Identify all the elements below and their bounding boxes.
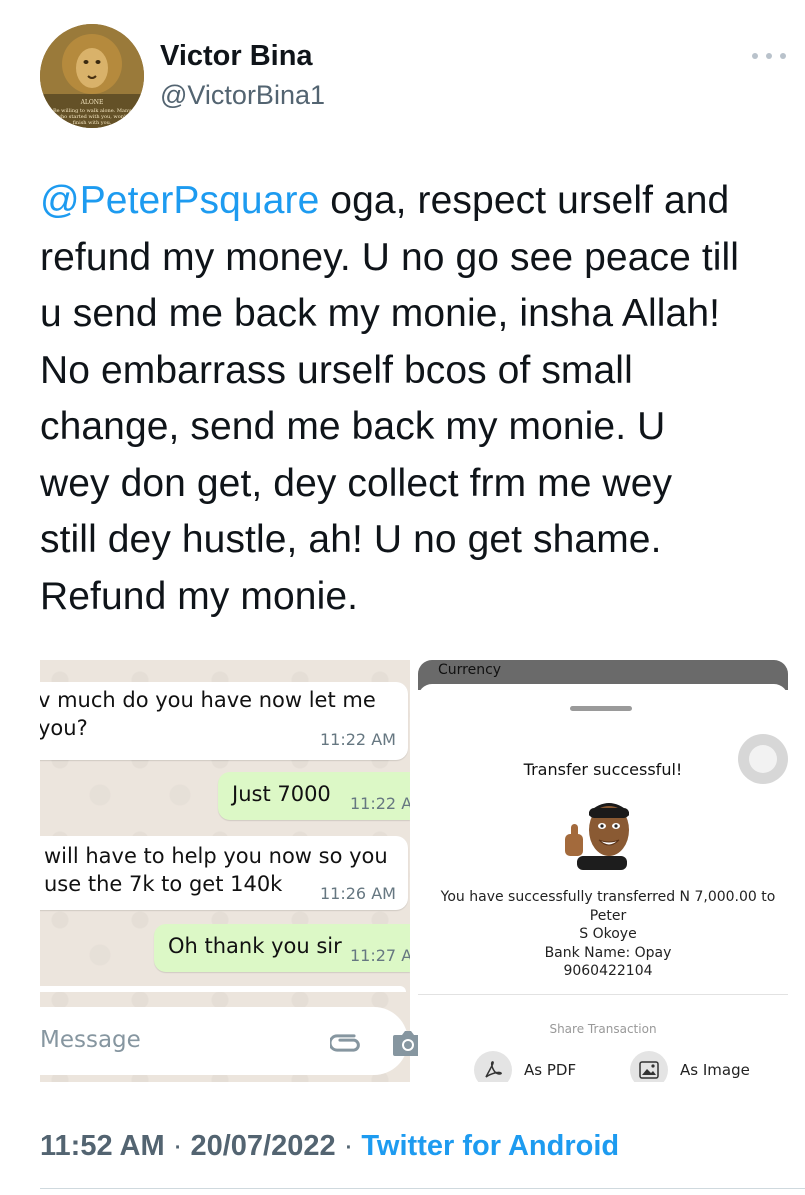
tweet-line: wey don get, dey collect frm me wey [40,461,673,505]
tweet-line: Refund my monie. [40,574,359,618]
chat-message-text: Oh thank you sir [168,934,342,958]
pdf-icon [474,1051,512,1082]
author-name[interactable]: Victor Bina [160,40,313,73]
chat-bubble-partial [40,986,406,992]
tweet-text: @PeterPsquare oga, respect urself and re… [40,173,795,625]
svg-text:finish with you.: finish with you. [73,120,112,126]
more-options-icon[interactable] [752,46,786,66]
svg-text:ALONE: ALONE [80,99,104,106]
recipient-name-line: S Okoye [579,926,637,942]
tweet-line: refund my money. U no go see peace till [40,235,740,279]
image-icon [630,1051,668,1082]
chat-bubble-incoming: v much do you have now let me you? 11:22… [40,682,408,760]
tweet-line: still dey hustle, ah! U no get shame. [40,518,662,561]
tweet-date[interactable]: 20/07/2022 [190,1130,335,1162]
share-as-image-button[interactable]: As Image [630,1050,750,1082]
chat-message-time: 11:22 AM [350,794,410,813]
receipt-sheet: Transfer successful! You have successful… [418,684,788,1082]
thumbs-up-avatar-icon [565,803,629,870]
tweet-line: change, send me back my monie. U [40,405,666,448]
tweet-time[interactable]: 11:52 AM [40,1130,165,1162]
chat-message-time: 11:22 AM [320,730,396,749]
chat-message-text: you? [40,716,88,740]
lion-avatar-icon: ALONE Be willing to walk alone. Many who… [40,24,144,128]
tweet-line: No embarrass urself bcos of small [40,348,633,392]
message-input[interactable]: Message [0,1007,423,1077]
tweet-line: @PeterPsquare oga, respect urself and [40,173,795,230]
chat-message-time: 11:26 AM [320,884,396,903]
message-input-placeholder: Message [40,1027,141,1053]
account-number-line: 9060422104 [563,963,653,979]
chat-message-text: will have to help you now so you [44,844,388,868]
mention-link[interactable]: @PeterPsquare [40,179,319,222]
tweet-line-text: oga, respect urself and [319,179,730,222]
chat-message-text: Just 7000 [232,782,331,806]
tweet-line: u send me back my monie, insha Allah! [40,292,721,335]
share-as-image-label: As Image [680,1061,750,1079]
tweet-source-link[interactable]: Twitter for Android [361,1130,619,1162]
share-as-pdf-button[interactable]: As PDF [474,1050,576,1082]
tweet-meta: 11:52 AM · 20/07/2022 · Twitter for Andr… [40,1130,619,1163]
divider [40,1188,805,1189]
chat-bubble-outgoing: Just 7000 11:22 AM [218,772,410,820]
meta-separator: · [335,1130,362,1162]
chat-message-text: v much do you have now let me [40,688,376,712]
meta-separator: · [164,1130,191,1162]
receipt-divider [418,994,788,995]
currency-label: Currency [438,662,502,678]
share-transaction-label: Share Transaction [549,1022,657,1036]
transfer-title: Transfer successful! [523,760,683,779]
share-as-pdf-label: As PDF [524,1061,577,1079]
chat-bubble-incoming: will have to help you now so you use the… [40,836,408,910]
chat-message-text: use the 7k to get 140k [44,872,283,896]
avatar[interactable]: ALONE Be willing to walk alone. Many who… [40,24,144,128]
attach-clip-icon[interactable] [330,1026,364,1060]
sheet-handle[interactable] [570,706,632,711]
author-handle[interactable]: @VictorBina1 [160,80,325,111]
chat-bubble-outgoing: Oh thank you sir 11:27 AM [154,924,410,972]
bank-name-line: Bank Name: Opay [544,944,672,961]
chat-message-time: 11:27 AM [350,946,410,965]
receipt-screenshot[interactable]: Currency Transfer successful! You have s… [418,660,788,1082]
transfer-details: You have successfully transferred N 7,00… [428,888,788,981]
transfer-amount-line: You have successfully transferred N 7,00… [440,889,776,924]
